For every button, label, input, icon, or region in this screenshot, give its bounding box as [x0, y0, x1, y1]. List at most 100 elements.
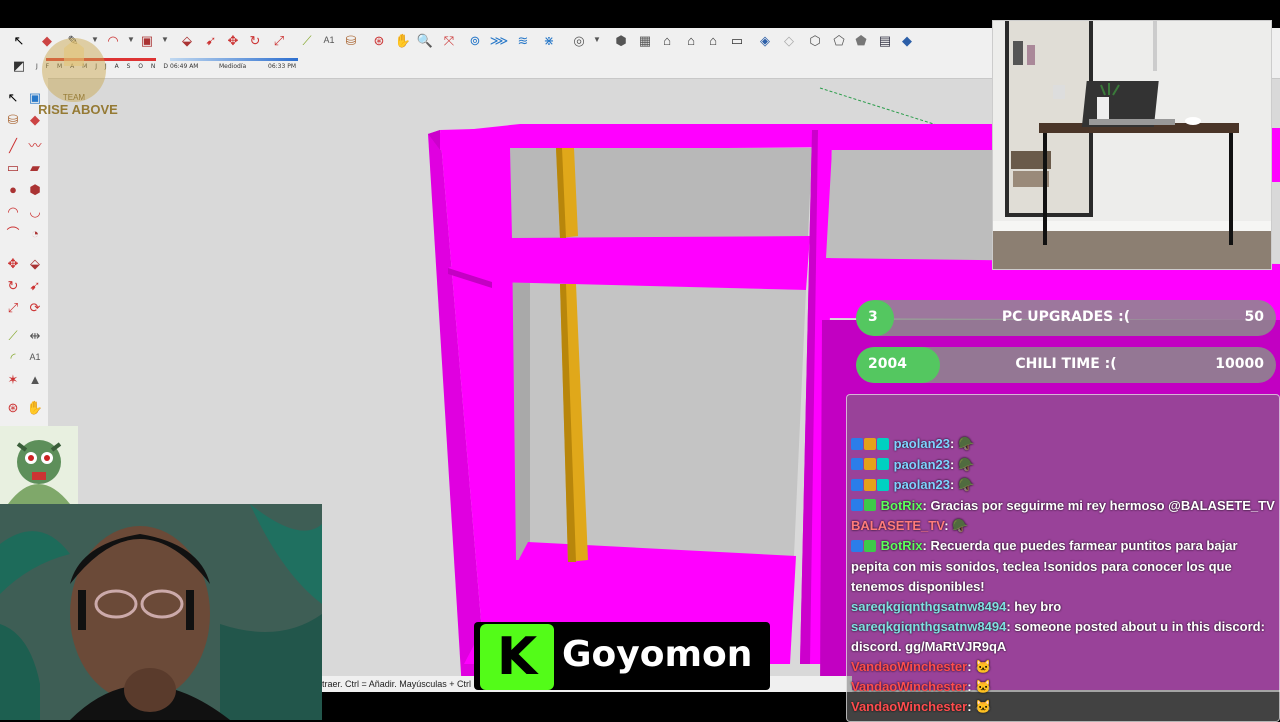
follow-me-tool-icon[interactable]: ➹: [202, 31, 220, 49]
rotated-rect-icon[interactable]: ▰: [26, 158, 44, 176]
dropdown-icon[interactable]: ▼: [156, 31, 174, 49]
follow-me-tool-icon[interactable]: ➹: [26, 276, 44, 294]
sandbox-tool-icon[interactable]: ≋: [514, 31, 532, 49]
chat-badges: [851, 455, 890, 475]
tape-measure-icon[interactable]: ⟋: [4, 326, 22, 344]
push-pull-tool-icon[interactable]: ⬙: [26, 254, 44, 272]
view-left-icon[interactable]: ▭: [728, 31, 746, 49]
chat-emote-icon: 🐱: [975, 699, 992, 714]
chat-badge-icon: [877, 458, 889, 471]
chat-emote-icon: 🐱: [975, 679, 992, 694]
monochrome-icon[interactable]: ◆: [898, 31, 916, 49]
back-edges-icon[interactable]: ◇: [780, 31, 798, 49]
pie-tool-icon[interactable]: ◔: [26, 224, 44, 242]
circle-tool-icon[interactable]: ●: [4, 180, 22, 198]
desk-reference-photo: [992, 20, 1272, 270]
chat-emote-icon: 🐱: [975, 659, 992, 674]
avatar-emote: [0, 426, 78, 504]
arc-tool-icon[interactable]: ◠: [4, 202, 22, 220]
goal-title: CHILI TIME :(: [1015, 356, 1117, 372]
chat-text: hey bro: [1014, 599, 1062, 614]
view-top-icon[interactable]: ▦: [636, 31, 654, 49]
chat-username[interactable]: BALASETE_TV: [851, 518, 944, 533]
view-front-icon[interactable]: ⌂: [658, 31, 676, 49]
select-tool-icon[interactable]: ↖: [10, 31, 28, 49]
move-tool-icon[interactable]: ✥: [4, 254, 22, 272]
chat-username[interactable]: paolan23: [894, 477, 950, 492]
rotate-tool-icon[interactable]: ↻: [4, 276, 22, 294]
chat-message: VandaoWinchester: 🐱: [851, 679, 992, 694]
polygon-tool-icon[interactable]: ⬢: [26, 180, 44, 198]
xray-icon[interactable]: ◈: [756, 31, 774, 49]
chat-username[interactable]: sareqkgiqnthgsatnw8494: [851, 599, 1006, 614]
wireframe-icon[interactable]: ⬡: [806, 31, 824, 49]
hidden-line-icon[interactable]: ⬠: [830, 31, 848, 49]
orbit-tool-icon[interactable]: ⊛: [370, 31, 388, 49]
sandbox-tool-icon[interactable]: ⋇: [540, 31, 558, 49]
view-back-icon[interactable]: ⌂: [704, 31, 722, 49]
3pt-arc-icon[interactable]: ⌒: [4, 224, 22, 242]
chat-username[interactable]: VandaoWinchester: [851, 659, 967, 674]
chat-username[interactable]: VandaoWinchester: [851, 679, 967, 694]
pan-tool-icon[interactable]: ✋: [394, 31, 412, 49]
dimension-tool-icon[interactable]: ⇹: [26, 326, 44, 344]
view-iso-icon[interactable]: ⬢: [612, 31, 630, 49]
line-tool-icon[interactable]: ╱: [4, 136, 22, 154]
text-tool-icon[interactable]: A1: [26, 348, 44, 366]
chat-message: VandaoWinchester: 🐱: [851, 659, 992, 674]
goal-target: 10000: [1215, 356, 1264, 372]
protractor-icon[interactable]: ◜: [4, 348, 22, 366]
paint-bucket-icon[interactable]: ⛁: [4, 110, 22, 128]
push-pull-tool-icon[interactable]: ⬙: [178, 31, 196, 49]
chat-username[interactable]: paolan23: [894, 436, 950, 451]
scale-tool-icon[interactable]: ⤢: [4, 298, 22, 316]
chat-badge-icon: [864, 437, 876, 450]
pan-tool-icon[interactable]: ✋: [26, 398, 44, 416]
left-toolbar: ↖ ▣ ⛁ ◆ ╱ 〰 ▭ ▰ ● ⬢ ◠ ◡ ⌒ ◔ ✥ ⬙ ↻ ➹ ⤢ ⟳ …: [0, 78, 49, 452]
select-tool-icon[interactable]: ↖: [4, 88, 22, 106]
3d-text-icon[interactable]: ▲: [26, 370, 44, 388]
chat-message: BotRix: Recuerda que puedes farmear punt…: [851, 537, 1238, 594]
zoom-extents-icon[interactable]: ⤧: [440, 31, 458, 49]
chat-username[interactable]: BotRix: [881, 538, 923, 553]
zoom-tool-icon[interactable]: 🔍: [416, 31, 434, 49]
chat-message: paolan23: 🪖: [851, 455, 1275, 476]
chat-username[interactable]: VandaoWinchester: [851, 699, 967, 714]
view-right-icon[interactable]: ⌂: [682, 31, 700, 49]
chat-badges: [851, 537, 877, 557]
chat-username[interactable]: sareqkgiqnthgsatnw8494: [851, 619, 1006, 634]
chat-badges: [851, 435, 890, 455]
sponsor-name: Goyomon: [562, 634, 753, 675]
chat-badge-icon: [877, 478, 889, 491]
dropdown-icon[interactable]: ▼: [588, 31, 606, 49]
shadow-toggle-icon[interactable]: ◩: [10, 56, 28, 74]
chat-badge-icon: [851, 540, 863, 552]
orbit-tool-icon[interactable]: ⊛: [4, 398, 22, 416]
goal-title: PC UPGRADES :(: [1001, 309, 1131, 325]
freehand-tool-icon[interactable]: 〰: [26, 136, 44, 154]
offset-tool-icon[interactable]: ⟳: [26, 298, 44, 316]
style-icon[interactable]: ◎: [570, 31, 588, 49]
sandbox-tool-icon[interactable]: ⋙: [490, 31, 509, 49]
rectangle-tool-icon[interactable]: ▭: [4, 158, 22, 176]
move-tool-icon[interactable]: ✥: [224, 31, 242, 49]
text-tool-icon[interactable]: A1: [320, 31, 338, 49]
time-start-label: 06:49 AM: [170, 63, 199, 70]
stream-chat: paolan23: 🪖 paolan23: 🪖 paolan23: 🪖 BotR…: [846, 394, 1280, 722]
time-slider[interactable]: [170, 58, 298, 61]
chat-username[interactable]: paolan23: [894, 457, 950, 472]
chat-message: BotRix: Gracias por seguirme mi rey herm…: [851, 496, 1275, 517]
rotate-tool-icon[interactable]: ↻: [246, 31, 264, 49]
shaded-textures-icon[interactable]: ▤: [876, 31, 894, 49]
tape-measure-icon[interactable]: ⟋: [298, 31, 316, 49]
chat-username[interactable]: BotRix: [881, 498, 923, 513]
rectangle-tool-icon[interactable]: ▣: [138, 31, 156, 49]
sandbox-tool-icon[interactable]: ⊚: [466, 31, 484, 49]
paint-bucket-icon[interactable]: ⛁: [342, 31, 360, 49]
axes-tool-icon[interactable]: ✶: [4, 370, 22, 388]
scale-tool-icon[interactable]: ⤢: [270, 31, 288, 49]
chat-message: sareqkgiqnthgsatnw8494: hey bro: [851, 599, 1062, 614]
2pt-arc-icon[interactable]: ◡: [26, 202, 44, 220]
chat-message: sareqkgiqnthgsatnw8494: someone posted a…: [851, 619, 1265, 654]
shaded-icon[interactable]: ⬟: [852, 31, 870, 49]
